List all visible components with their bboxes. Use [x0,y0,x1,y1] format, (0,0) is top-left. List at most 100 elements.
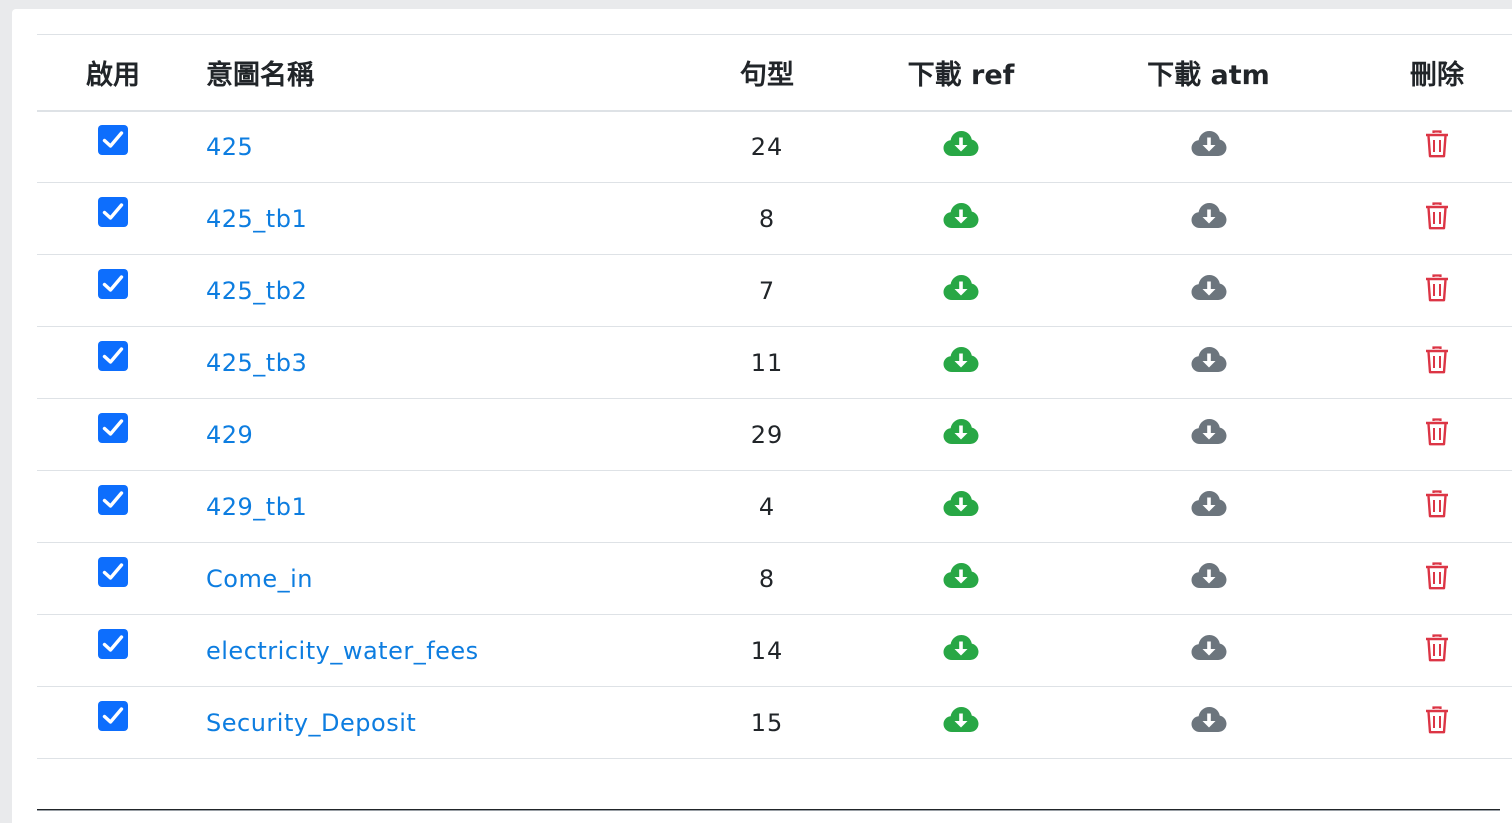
intent-link[interactable]: 429_tb1 [206,493,307,521]
enabled-cell [37,471,189,543]
table-row-1: 425_tb1 8 [37,183,1512,255]
download-ref-cell [862,327,1060,399]
download-ref-cell [862,615,1060,687]
sentence-count: 11 [750,348,784,377]
delete-cell [1357,183,1512,255]
table-row-0: 425 24 [37,111,1512,183]
enabled-checkbox[interactable] [98,124,128,155]
delete-button[interactable] [1425,273,1449,302]
header-intent-name: 意圖名稱 [206,59,314,91]
intent-name-cell: 429_tb1 [189,471,672,543]
download-ref-cell [862,543,1060,615]
trash-icon [1426,561,1448,589]
intent-link[interactable]: Come_in [206,565,313,593]
intent-link[interactable]: 425 [206,133,253,161]
download-atm-button[interactable] [1191,202,1227,230]
download-ref-cell [862,183,1060,255]
enabled-cell [37,111,189,183]
download-ref-button[interactable] [943,562,979,590]
table-footer-divider [37,809,1500,811]
intent-name-cell: Come_in [189,543,672,615]
delete-button[interactable] [1425,417,1449,446]
download-ref-button[interactable] [943,274,979,302]
cloud-download-icon [1191,490,1226,516]
check-icon [102,706,124,724]
intent-link[interactable]: electricity_water_fees [206,637,479,665]
download-ref-button[interactable] [943,418,979,446]
table-row-3: 425_tb3 11 [37,327,1512,399]
enabled-cell [37,687,189,759]
download-atm-button[interactable] [1191,634,1227,662]
delete-button[interactable] [1425,489,1449,518]
intent-link[interactable]: 425_tb3 [206,349,307,377]
sentence-count-cell: 29 [672,399,862,471]
delete-button[interactable] [1425,705,1449,734]
download-atm-button[interactable] [1191,346,1227,374]
enabled-checkbox[interactable] [98,700,128,731]
cloud-download-icon [943,562,979,588]
header-sentence-count: 句型 [740,59,794,91]
intent-link[interactable]: Security_Deposit [206,709,416,737]
download-atm-button[interactable] [1191,490,1227,518]
download-atm-button[interactable] [1191,130,1227,158]
download-atm-cell [1060,255,1357,327]
download-atm-button[interactable] [1191,562,1227,590]
delete-button[interactable] [1425,633,1449,662]
intent-link[interactable]: 425_tb2 [206,277,307,305]
download-atm-button[interactable] [1191,706,1227,734]
enabled-cell [37,615,189,687]
cloud-download-icon [943,634,979,660]
download-ref-cell [862,399,1060,471]
download-ref-button[interactable] [943,634,979,662]
intent-link[interactable]: 425_tb1 [206,205,307,233]
download-atm-cell [1060,543,1357,615]
download-ref-button[interactable] [943,346,979,374]
enabled-checkbox[interactable] [98,196,128,227]
enabled-checkbox[interactable] [98,628,128,659]
cloud-download-icon [1191,130,1226,156]
enabled-checkbox[interactable] [98,340,128,371]
delete-cell [1357,111,1512,183]
download-ref-button[interactable] [943,130,979,158]
intent-name-cell: Security_Deposit [189,687,672,759]
delete-button[interactable] [1425,561,1449,590]
enabled-checkbox[interactable] [98,412,128,443]
check-icon [102,131,124,148]
cloud-download-icon [943,418,979,444]
intent-name-cell: 425_tb3 [189,327,672,399]
check-icon [102,490,124,508]
enabled-checkbox[interactable] [98,484,128,515]
cloud-download-icon [1191,346,1226,372]
cloud-download-icon [943,346,979,372]
table-row-6: Come_in 8 [37,543,1512,615]
check-icon [102,346,124,364]
download-ref-button[interactable] [943,490,979,518]
intent-name-cell: 425 [189,111,672,183]
download-ref-button[interactable] [943,202,979,230]
table-row-4: 429 29 [37,399,1512,471]
trash-icon [1426,273,1448,301]
table-row-5: 429_tb1 4 [37,471,1512,543]
delete-button[interactable] [1425,345,1449,374]
cloud-download-icon [1191,706,1226,732]
trash-icon [1426,201,1448,229]
table-row-7: electricity_water_fees 14 [37,615,1512,687]
download-atm-cell [1060,327,1357,399]
trash-icon [1426,345,1448,373]
download-atm-button[interactable] [1191,274,1227,302]
delete-button[interactable] [1425,130,1449,158]
sentence-count: 7 [758,276,776,305]
header-download-ref: 下載 ref [907,59,1015,91]
cloud-download-icon [943,490,979,516]
download-atm-button[interactable] [1191,418,1227,446]
delete-button[interactable] [1425,201,1449,230]
enabled-checkbox[interactable] [98,268,128,299]
download-ref-cell [862,111,1060,183]
sentence-count: 8 [758,204,776,233]
sentence-count-cell: 11 [672,327,862,399]
intent-link[interactable]: 429 [206,421,253,449]
download-ref-button[interactable] [943,706,979,734]
download-atm-cell [1060,399,1357,471]
table-row-2: 425_tb2 7 [37,255,1512,327]
enabled-checkbox[interactable] [98,556,128,587]
